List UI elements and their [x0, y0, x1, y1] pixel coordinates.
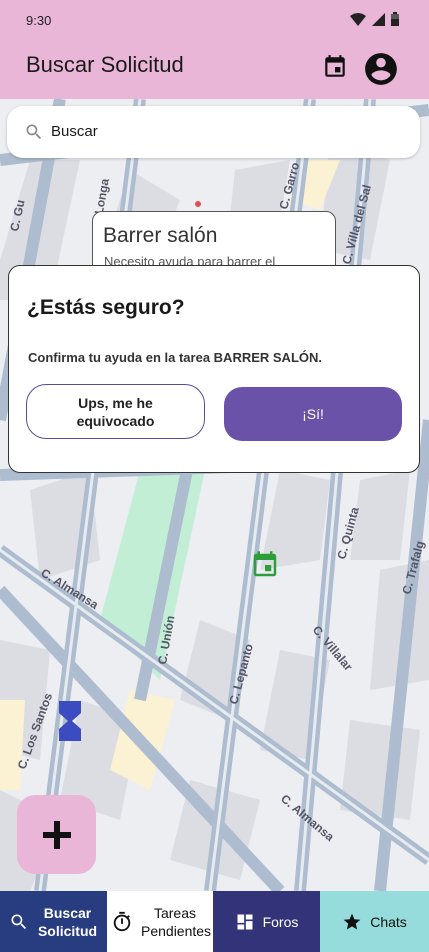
timer-icon [113, 911, 131, 931]
calendar-icon[interactable] [322, 54, 348, 80]
battery-icon [391, 12, 399, 26]
calendar-marker-icon[interactable] [250, 548, 280, 582]
wifi-icon [350, 12, 366, 26]
add-request-button[interactable] [17, 795, 96, 874]
status-bar: 9:30 [0, 0, 429, 40]
nav-item-pending[interactable]: Tareas Pendientes [107, 891, 213, 952]
cancel-button[interactable]: Ups, me he equivocado [26, 384, 205, 439]
search-input[interactable] [51, 123, 103, 140]
request-title: Barrer salón [103, 224, 218, 247]
nav-label: Buscar Solicitud [37, 904, 98, 939]
dialog-heading: ¿Estás seguro? [27, 296, 185, 319]
dashboard-icon [237, 914, 253, 929]
app-bar: Buscar Solicitud [0, 40, 429, 99]
page-title: Buscar Solicitud [26, 52, 184, 77]
search-icon [26, 124, 42, 140]
nav-item-search[interactable]: Buscar Solicitud [0, 891, 107, 952]
confirm-dialog: ¿Estás seguro? Confirma tu ayuda en la t… [8, 265, 420, 473]
confirm-button[interactable]: ¡Sí! [224, 387, 402, 441]
hourglass-marker-icon[interactable] [59, 701, 81, 741]
star-icon [343, 913, 361, 929]
status-time: 9:30 [26, 13, 52, 28]
search-bar[interactable] [7, 106, 420, 158]
nav-label: Tareas Pendientes [141, 904, 212, 939]
status-icons [350, 12, 399, 26]
dialog-message: Confirma tu ayuda en la tarea BARRER SAL… [28, 350, 322, 365]
nav-label: Chats [370, 913, 407, 930]
account-icon[interactable] [362, 50, 400, 88]
nav-item-chats[interactable]: Chats [320, 891, 429, 952]
plus-icon [42, 820, 71, 849]
signal-icon [372, 12, 385, 26]
nav-item-forums[interactable]: Foros [213, 891, 320, 952]
nav-label: Foros [262, 913, 299, 930]
bottom-nav: Buscar Solicitud Tareas Pendientes Foros… [0, 891, 429, 952]
search-icon [11, 914, 26, 929]
